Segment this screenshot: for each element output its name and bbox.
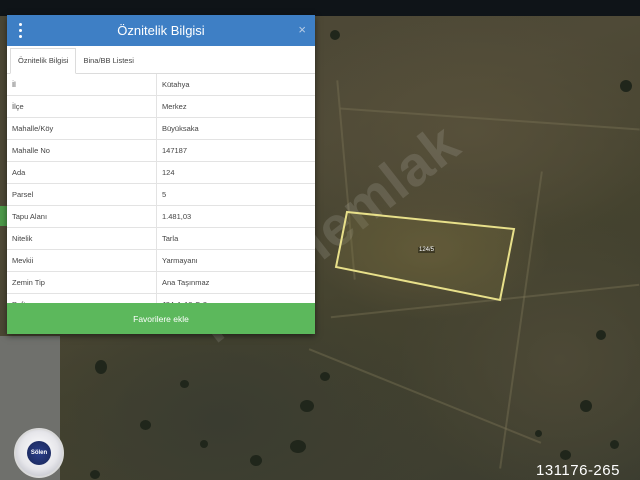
row-value: Merkez bbox=[162, 102, 187, 111]
close-icon[interactable]: × bbox=[298, 23, 306, 37]
table-row: Zemin Tip Ana Taşınmaz bbox=[7, 272, 315, 294]
agent-avatar[interactable]: Sölen bbox=[14, 428, 64, 478]
table-row: Mahalle No 147187 bbox=[7, 140, 315, 162]
row-value: 1.481,03 bbox=[162, 212, 192, 221]
table-row: Nitelik Tarla bbox=[7, 228, 315, 250]
menu-dots-icon[interactable] bbox=[17, 23, 23, 38]
table-row: İl Kütahya bbox=[7, 74, 315, 96]
row-value: Tarla bbox=[162, 234, 179, 243]
row-key: İlçe bbox=[7, 96, 157, 117]
row-value: 147187 bbox=[162, 146, 188, 155]
row-value: Yarmayanı bbox=[162, 256, 198, 265]
row-value: Büyüksaka bbox=[162, 124, 199, 133]
table-row: Ada 124 bbox=[7, 162, 315, 184]
table-row: Mahalle/Köy Büyüksaka bbox=[7, 118, 315, 140]
row-key: Nitelik bbox=[7, 228, 157, 249]
table-row: Mevkii Yarmayanı bbox=[7, 250, 315, 272]
row-value: Ana Taşınmaz bbox=[162, 278, 210, 287]
dialog-tabs: Öznitelik Bilgisi Bina/BB Listesi bbox=[7, 46, 315, 74]
row-value: 124 bbox=[162, 168, 175, 177]
listing-id: 131176-265 bbox=[536, 462, 620, 479]
table-row: İlçe Merkez bbox=[7, 96, 315, 118]
parcel-label: 124/5 bbox=[418, 247, 436, 253]
row-key: Zemin Tip bbox=[7, 272, 157, 293]
row-key: İl bbox=[7, 74, 157, 95]
table-row: Parsel 5 bbox=[7, 184, 315, 206]
tab-attribute-info[interactable]: Öznitelik Bilgisi bbox=[10, 48, 77, 74]
add-to-favorites-button[interactable]: Favorilere ekle bbox=[7, 303, 315, 334]
dialog-header: Öznitelik Bilgisi × bbox=[7, 15, 315, 46]
row-key: Parsel bbox=[7, 184, 157, 205]
row-key: Mahalle No bbox=[7, 140, 157, 161]
dialog-title: Öznitelik Bilgisi bbox=[117, 23, 205, 38]
attribute-dialog: Öznitelik Bilgisi × Öznitelik Bilgisi Bi… bbox=[7, 15, 315, 334]
row-key: Tapu Alanı bbox=[7, 206, 157, 227]
avatar-logo: Sölen bbox=[27, 441, 51, 465]
tab-building-list[interactable]: Bina/BB Listesi bbox=[76, 49, 140, 73]
row-key: Mevkii bbox=[7, 250, 157, 271]
row-key: Ada bbox=[7, 162, 157, 183]
row-key: Mahalle/Köy bbox=[7, 118, 157, 139]
table-row: Tapu Alanı 1.481,03 bbox=[7, 206, 315, 228]
attribute-table: İl Kütahya İlçe Merkez Mahalle/Köy Büyüksak… bbox=[7, 74, 315, 316]
row-value: Kütahya bbox=[162, 80, 190, 89]
row-value: 5 bbox=[162, 190, 167, 199]
